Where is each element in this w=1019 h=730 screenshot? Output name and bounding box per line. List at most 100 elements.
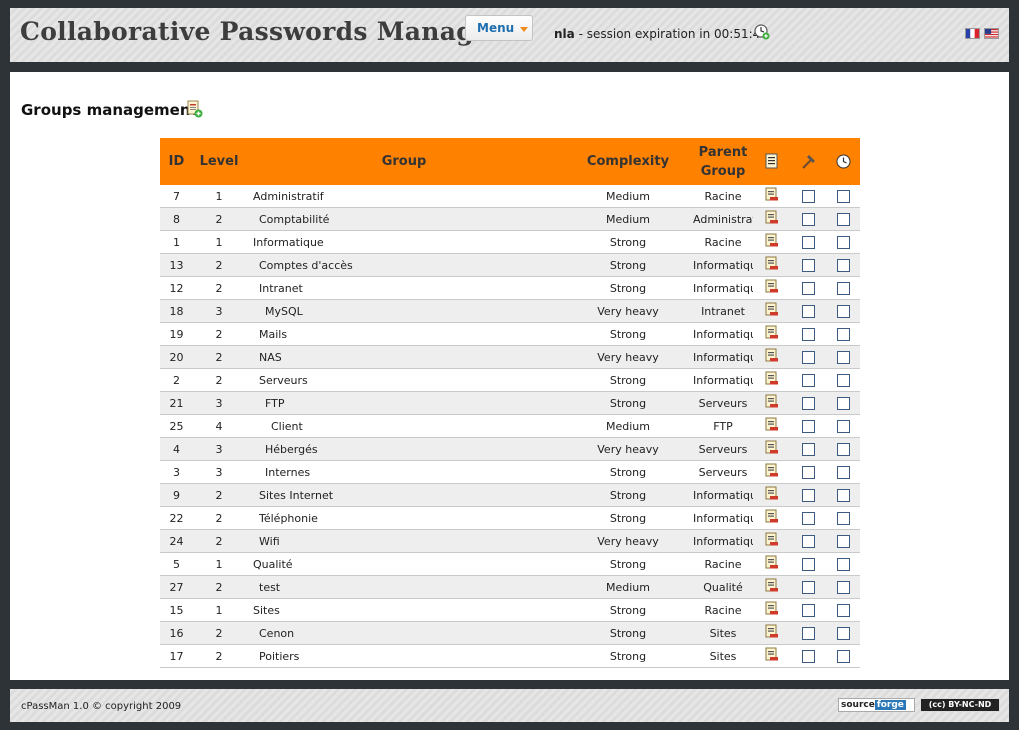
- row-rights-cell: [790, 575, 826, 599]
- edit-group-icon[interactable]: [765, 417, 779, 435]
- history-checkbox[interactable]: [836, 557, 850, 571]
- rights-checkbox[interactable]: [801, 534, 815, 548]
- column-header-complexity[interactable]: Complexity: [563, 138, 693, 185]
- history-checkbox[interactable]: [836, 580, 850, 594]
- history-checkbox[interactable]: [836, 488, 850, 502]
- rights-checkbox[interactable]: [801, 396, 815, 410]
- row-level: 2: [193, 368, 245, 392]
- rights-checkbox[interactable]: [801, 557, 815, 571]
- history-checkbox[interactable]: [836, 258, 850, 272]
- row-rights-cell: [790, 368, 826, 392]
- history-checkbox[interactable]: [836, 350, 850, 364]
- edit-group-icon[interactable]: [765, 647, 779, 665]
- table-row: 192MailsStrongInformatique: [160, 322, 860, 346]
- rights-checkbox[interactable]: [801, 580, 815, 594]
- menu-button[interactable]: Menu: [465, 15, 533, 41]
- history-checkbox[interactable]: [836, 465, 850, 479]
- rights-checkbox[interactable]: [801, 488, 815, 502]
- rights-checkbox[interactable]: [801, 350, 815, 364]
- rights-checkbox[interactable]: [801, 442, 815, 456]
- sourceforge-logo[interactable]: source forge: [838, 698, 915, 712]
- rights-checkbox[interactable]: [801, 304, 815, 318]
- history-checkbox[interactable]: [836, 235, 850, 249]
- edit-group-icon[interactable]: [765, 509, 779, 527]
- row-edit-cell: [753, 414, 790, 438]
- history-checkbox[interactable]: [836, 212, 850, 226]
- history-checkbox[interactable]: [836, 626, 850, 640]
- edit-group-icon[interactable]: [765, 233, 779, 251]
- row-level: 1: [193, 552, 245, 576]
- us-flag-icon[interactable]: [984, 28, 999, 39]
- rights-checkbox[interactable]: [801, 465, 815, 479]
- edit-group-icon[interactable]: [765, 371, 779, 389]
- rights-checkbox[interactable]: [801, 373, 815, 387]
- row-parent-group: Racine: [693, 230, 753, 254]
- rights-checkbox[interactable]: [801, 281, 815, 295]
- history-checkbox[interactable]: [836, 281, 850, 295]
- column-header-id[interactable]: ID: [160, 138, 193, 185]
- row-parent-group: Intranet: [693, 299, 753, 323]
- history-checkbox[interactable]: [836, 649, 850, 663]
- edit-group-icon[interactable]: [765, 463, 779, 481]
- edit-group-icon[interactable]: [765, 486, 779, 504]
- rights-checkbox[interactable]: [801, 258, 815, 272]
- row-complexity: Medium: [563, 207, 693, 231]
- row-parent-group: Racine: [693, 185, 753, 208]
- rights-checkbox[interactable]: [801, 649, 815, 663]
- edit-group-icon[interactable]: [765, 210, 779, 228]
- history-checkbox[interactable]: [836, 373, 850, 387]
- history-checkbox[interactable]: [836, 419, 850, 433]
- edit-group-icon[interactable]: [765, 601, 779, 619]
- column-header-level[interactable]: Level: [193, 138, 245, 185]
- edit-group-icon[interactable]: [765, 624, 779, 642]
- history-checkbox[interactable]: [836, 603, 850, 617]
- edit-group-icon[interactable]: [765, 440, 779, 458]
- row-history-cell: [826, 483, 860, 507]
- row-group-name: Intranet: [245, 276, 563, 300]
- rights-checkbox[interactable]: [801, 419, 815, 433]
- row-level: 4: [193, 414, 245, 438]
- column-header-group[interactable]: Group: [245, 138, 563, 185]
- refresh-session-icon[interactable]: [754, 24, 770, 40]
- edit-group-icon[interactable]: [765, 325, 779, 343]
- history-checkbox[interactable]: [836, 327, 850, 341]
- history-checkbox[interactable]: [836, 511, 850, 525]
- history-checkbox[interactable]: [836, 189, 850, 203]
- history-checkbox[interactable]: [836, 396, 850, 410]
- row-parent-group: Racine: [693, 552, 753, 576]
- row-edit-cell: [753, 230, 790, 254]
- column-header-parent-group[interactable]: Parent Group: [693, 138, 753, 185]
- history-checkbox[interactable]: [836, 534, 850, 548]
- history-checkbox[interactable]: [836, 304, 850, 318]
- edit-icon: [765, 153, 777, 169]
- rights-checkbox[interactable]: [801, 212, 815, 226]
- row-level: 2: [193, 345, 245, 369]
- edit-group-icon[interactable]: [765, 578, 779, 596]
- edit-group-icon[interactable]: [765, 394, 779, 412]
- edit-group-icon[interactable]: [765, 555, 779, 573]
- row-complexity: Medium: [563, 575, 693, 599]
- rights-checkbox[interactable]: [801, 327, 815, 341]
- rights-checkbox[interactable]: [801, 189, 815, 203]
- row-rights-cell: [790, 644, 826, 668]
- row-edit-cell: [753, 575, 790, 599]
- edit-group-icon[interactable]: [765, 302, 779, 320]
- rights-checkbox[interactable]: [801, 511, 815, 525]
- row-group-name: FTP: [245, 391, 563, 415]
- french-flag-icon[interactable]: [965, 28, 980, 39]
- row-complexity: Strong: [563, 598, 693, 622]
- add-group-icon[interactable]: [187, 100, 203, 118]
- table-row: 15 1 Sites Strong Racine: [160, 598, 860, 622]
- row-parent-group: Informatique: [693, 345, 753, 369]
- rights-checkbox[interactable]: [801, 603, 815, 617]
- rights-checkbox[interactable]: [801, 626, 815, 640]
- edit-group-icon[interactable]: [765, 348, 779, 366]
- edit-group-icon[interactable]: [765, 187, 779, 205]
- edit-group-icon[interactable]: [765, 256, 779, 274]
- rights-checkbox[interactable]: [801, 235, 815, 249]
- creative-commons-badge[interactable]: (cc) BY-NC-ND: [920, 698, 1000, 712]
- table-row: 4 3 Hébergés Very heavy Serveurs: [160, 437, 860, 461]
- edit-group-icon[interactable]: [765, 532, 779, 550]
- history-checkbox[interactable]: [836, 442, 850, 456]
- edit-group-icon[interactable]: [765, 279, 779, 297]
